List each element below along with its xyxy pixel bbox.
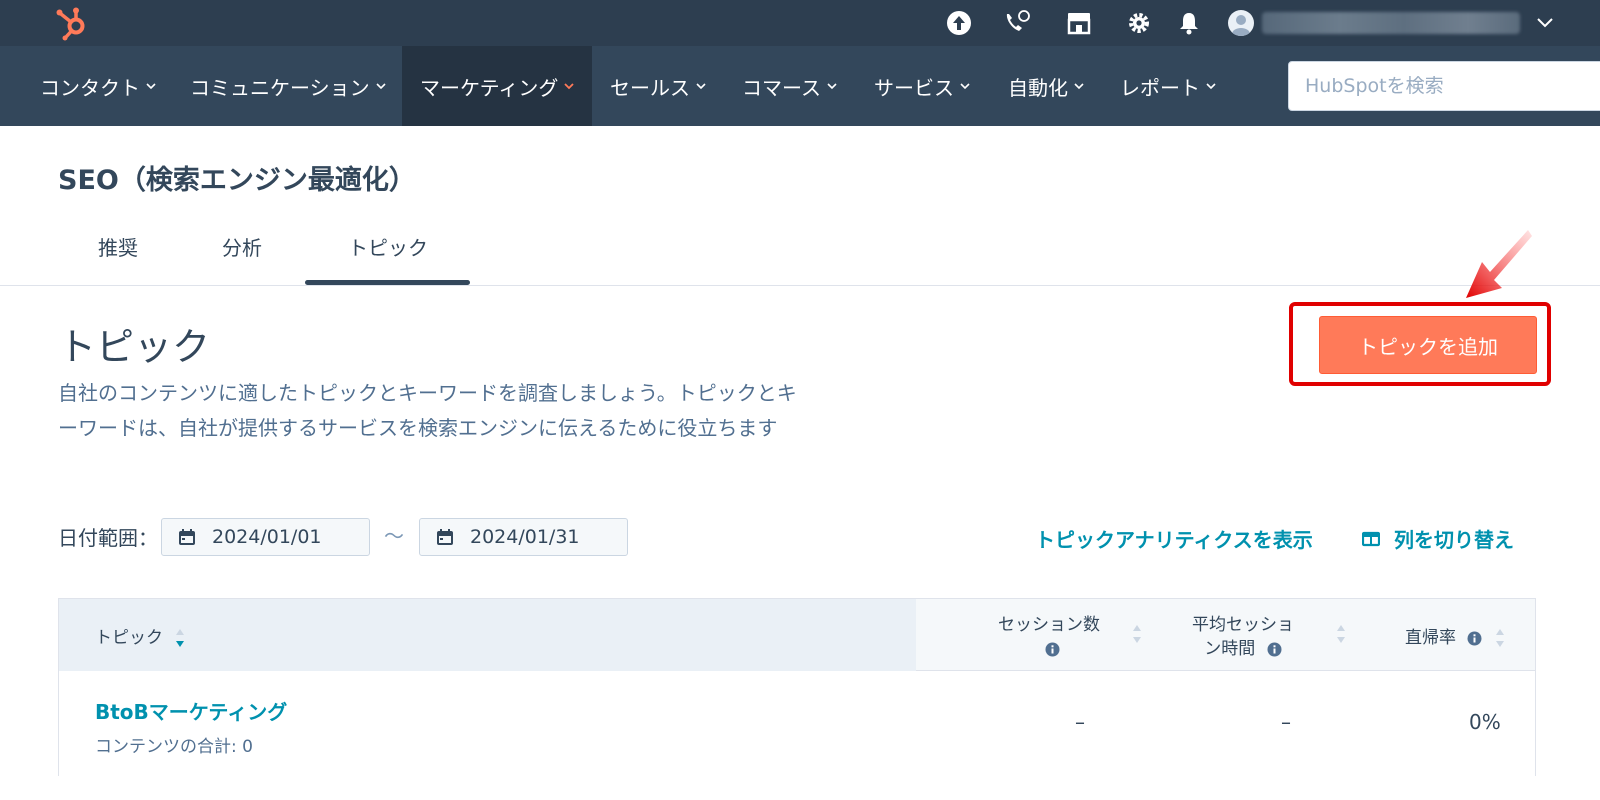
- bounce-rate-value: 0%: [1469, 710, 1501, 734]
- page-title: SEO（検索エンジン最適化）: [58, 165, 416, 196]
- date-separator: ～: [384, 524, 404, 548]
- info-icon[interactable]: [1045, 642, 1060, 657]
- end-date-value: 2024/01/31: [470, 526, 580, 548]
- column-header-bounce-rate[interactable]: 直帰率: [1405, 623, 1506, 649]
- nav-item-label: コンタクト: [40, 75, 140, 100]
- calendar-icon: [179, 529, 195, 545]
- column-header-label: 平均セッショ: [1192, 615, 1294, 635]
- nav-item-communication[interactable]: コミュニケーション: [150, 46, 387, 126]
- nav-item-service[interactable]: サービス: [834, 46, 971, 126]
- columns-icon: [1362, 531, 1380, 546]
- nav-item-label: マーケティング: [420, 75, 559, 100]
- topic-content-total: コンテンツの合計: 0: [95, 737, 253, 757]
- main-nav: コンタクト コミュニケーション マーケティング セールス コマース サービス 自…: [0, 46, 1600, 126]
- add-topic-button[interactable]: トピックを追加: [1319, 316, 1537, 374]
- tab-recommendations[interactable]: 推奨: [98, 232, 138, 276]
- section-description: 自社のコンテンツに適したトピックとキーワードを調査しましょう。トピックとキーワー…: [58, 381, 797, 440]
- nav-item-contacts[interactable]: コンタクト: [0, 46, 157, 126]
- date-range-label: 日付範囲：: [58, 526, 158, 550]
- chevron-down-icon: [1206, 83, 1216, 90]
- calling-icon[interactable]: [1002, 8, 1032, 38]
- column-header-sessions[interactable]: セッション数: [959, 613, 1141, 661]
- table-header: トピック セッション数 平均セッショ ン時間 直帰率: [59, 599, 1535, 671]
- global-search-input[interactable]: [1288, 61, 1600, 111]
- info-icon[interactable]: [1267, 642, 1282, 657]
- top-bar: [0, 0, 1600, 46]
- start-date-value: 2024/01/01: [212, 526, 322, 548]
- info-icon[interactable]: [1467, 631, 1482, 646]
- section-title: トピック: [58, 325, 211, 369]
- settings-gear-icon[interactable]: [1124, 8, 1154, 38]
- column-header-label: ン時間: [1204, 639, 1256, 659]
- avatar[interactable]: [1228, 10, 1254, 36]
- nav-item-label: コミュニケーション: [190, 75, 370, 100]
- nav-item-commerce[interactable]: コマース: [702, 46, 838, 126]
- nav-item-label: セールス: [610, 75, 690, 100]
- column-header-avg-session-time[interactable]: 平均セッショ ン時間: [1163, 613, 1345, 661]
- chevron-down-icon[interactable]: [1534, 12, 1556, 34]
- nav-item-label: サービス: [874, 75, 954, 100]
- nav-item-label: 自動化: [1008, 75, 1068, 100]
- nav-item-automation[interactable]: 自動化: [968, 46, 1085, 126]
- toggle-columns-link[interactable]: 列を切り替え: [1362, 524, 1514, 553]
- end-date-input[interactable]: 2024/01/31: [419, 518, 628, 556]
- nav-item-sales[interactable]: セールス: [570, 46, 707, 126]
- nav-item-label: レポート: [1120, 75, 1200, 100]
- marketplace-icon[interactable]: [1064, 8, 1094, 38]
- column-header-label: トピック: [95, 628, 163, 648]
- red-arrow-annotation-icon: [1466, 230, 1532, 298]
- nav-item-reports[interactable]: レポート: [1080, 46, 1217, 126]
- calendar-icon: [437, 529, 453, 545]
- hubspot-logo-icon[interactable]: [52, 4, 90, 42]
- column-header-label: セッション数: [998, 615, 1100, 635]
- avg-session-time-value: –: [1281, 710, 1291, 734]
- sort-arrows-icon: [1495, 629, 1504, 647]
- topic-name-link[interactable]: BtoBマーケティング: [95, 696, 287, 725]
- app-root: コンタクト コミュニケーション マーケティング セールス コマース サービス 自…: [0, 0, 1600, 800]
- sort-arrows-icon: [176, 629, 185, 647]
- column-header-label: 直帰率: [1405, 628, 1456, 648]
- sort-arrows-icon: [1133, 625, 1141, 643]
- table-row: BtoBマーケティング コンテンツの合計: 0 – – 0%: [59, 672, 1535, 776]
- sort-arrows-icon: [1337, 625, 1345, 643]
- nav-item-label: コマース: [742, 75, 821, 100]
- account-name-redacted[interactable]: [1262, 12, 1520, 34]
- start-date-input[interactable]: 2024/01/01: [161, 518, 370, 556]
- notifications-bell-icon[interactable]: [1174, 8, 1204, 38]
- table-header-topic-cell: [59, 599, 916, 671]
- toggle-columns-label: 列を切り替え: [1394, 528, 1514, 552]
- sessions-value: –: [1075, 710, 1085, 734]
- tabs-divider: [0, 285, 1600, 286]
- tab-analysis[interactable]: 分析: [222, 232, 262, 276]
- column-header-topic[interactable]: トピック: [95, 623, 186, 649]
- topic-analytics-link-label: トピックアナリティクスを表示: [1035, 528, 1313, 552]
- chevron-down-icon: [376, 83, 386, 90]
- upgrade-arrow-icon[interactable]: [944, 8, 974, 38]
- tab-topics[interactable]: トピック: [348, 232, 428, 276]
- topics-table: トピック セッション数 平均セッショ ン時間 直帰率 BtoBマーケティング コ…: [58, 598, 1536, 776]
- nav-item-marketing[interactable]: マーケティング: [402, 46, 592, 126]
- topic-analytics-link[interactable]: トピックアナリティクスを表示: [1035, 524, 1313, 553]
